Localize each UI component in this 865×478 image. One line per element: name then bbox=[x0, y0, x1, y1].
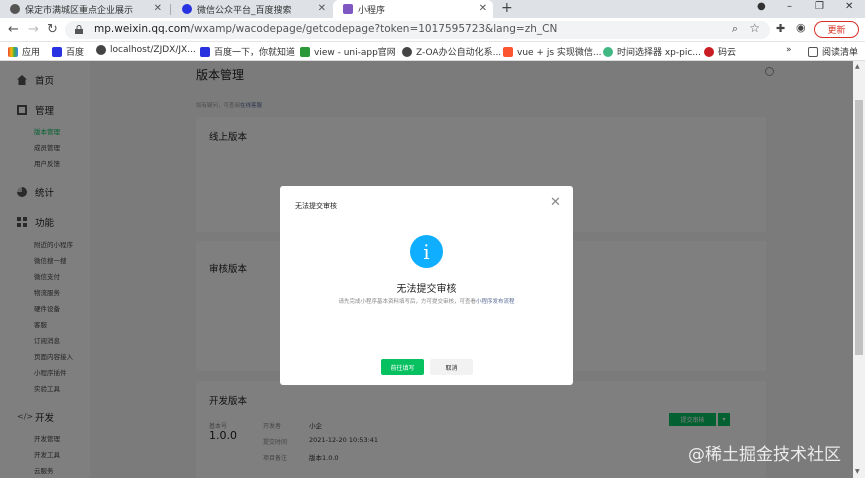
forward-arrow-icon[interactable]: → bbox=[28, 22, 39, 37]
restore-button[interactable]: ❐ bbox=[815, 1, 824, 12]
tab-3-title: 小程序 bbox=[358, 5, 386, 16]
close-tab-icon[interactable]: ✕ bbox=[154, 3, 162, 14]
tab-1-title: 保定市满城区重点企业展示 bbox=[25, 5, 134, 16]
bookmark-label: 百度 bbox=[66, 48, 85, 58]
scrollbar-thumb[interactable] bbox=[855, 100, 863, 355]
picker-icon bbox=[603, 46, 613, 57]
back-arrow-icon[interactable]: ← bbox=[8, 22, 19, 37]
bookmark-label: 百度一下，你就知道 bbox=[214, 48, 296, 58]
bookmark-label: 时间选择器 xp-pic... bbox=[617, 48, 701, 58]
bookmark-label: localhost/ZJDX/JX... bbox=[110, 45, 196, 55]
tab-1[interactable]: 保定市满城区重点企业展示 ✕ bbox=[0, 0, 168, 18]
profile-avatar-icon[interactable]: ◉ bbox=[796, 21, 806, 34]
bookmark-label: 应用 bbox=[22, 48, 41, 58]
scroll-up-icon[interactable]: ▲ bbox=[855, 63, 860, 70]
watermark: @稀土掘金技术社区 bbox=[688, 445, 841, 465]
reading-list-icon bbox=[808, 46, 818, 57]
url-path: /wxamp/wacodepage/getcodepage?token=1017… bbox=[190, 23, 558, 35]
description-text: 请先完成小程序基本资料填写后，方可提交审核，可查看 bbox=[338, 299, 476, 305]
go-fill-button[interactable]: 前往填写 bbox=[381, 359, 424, 375]
address-bar-row: ← → ↻ mp.weixin.qq.com/wxamp/wacodepage/… bbox=[0, 18, 865, 42]
bookmark-label: vue + js 实现微信... bbox=[517, 48, 602, 58]
url-bar[interactable]: mp.weixin.qq.com/wxamp/wacodepage/getcod… bbox=[65, 21, 770, 39]
bookmark-vue[interactable]: vue + js 实现微信... bbox=[503, 45, 601, 58]
globe-icon bbox=[402, 46, 412, 57]
close-tab-icon[interactable]: ✕ bbox=[479, 3, 487, 14]
globe-icon bbox=[96, 45, 106, 55]
dialog-description: 请先完成小程序基本资料填写后，方可提交审核，可查看小程序发布流程 bbox=[280, 297, 573, 305]
cancel-button[interactable]: 取消 bbox=[430, 359, 473, 375]
bookmark-gitee[interactable]: 码云 bbox=[704, 45, 736, 58]
apps-grid-icon bbox=[8, 46, 18, 57]
search-icon[interactable]: ⌕ bbox=[732, 22, 738, 36]
submit-error-dialog: 无法提交审核 ✕ i 无法提交审核 请先完成小程序基本资料填写后，方可提交审核，… bbox=[280, 186, 573, 385]
dialog-close-icon[interactable]: ✕ bbox=[550, 195, 561, 210]
miniprogram-icon bbox=[343, 4, 353, 14]
bookmark-localhost[interactable]: localhost/ZJDX/JX... bbox=[96, 45, 196, 55]
tab-2[interactable]: 微信公众平台_百度搜索 ✕ bbox=[172, 0, 332, 18]
dialog-heading: 无法提交审核 bbox=[396, 284, 457, 295]
reload-icon[interactable]: ↻ bbox=[47, 22, 58, 37]
baidu-paw-icon bbox=[182, 4, 192, 14]
close-window-button[interactable]: ✕ bbox=[845, 1, 853, 12]
dialog-title: 无法提交审核 bbox=[295, 202, 337, 210]
bookmark-label: Z-OA办公自动化系... bbox=[416, 48, 502, 58]
uniapp-icon bbox=[300, 46, 310, 57]
bookmark-picker[interactable]: 时间选择器 xp-pic... bbox=[603, 45, 701, 58]
publish-flow-link[interactable]: 小程序发布流程 bbox=[476, 299, 515, 305]
tab-2-title: 微信公众平台_百度搜索 bbox=[197, 5, 292, 16]
info-icon: i bbox=[410, 235, 443, 268]
bookmarks-bar: 应用 百度 localhost/ZJDX/JX... 百度一下，你就知道 vie… bbox=[0, 42, 865, 61]
gitee-icon bbox=[704, 46, 714, 57]
baidu-paw-icon bbox=[200, 46, 210, 57]
bookmarks-more[interactable]: » bbox=[786, 45, 792, 55]
bookmark-zoa[interactable]: Z-OA办公自动化系... bbox=[402, 45, 501, 58]
scroll-down-icon[interactable]: ▼ bbox=[855, 468, 860, 475]
bookmark-star-icon[interactable]: ☆ bbox=[749, 21, 760, 35]
profile-dot-icon[interactable]: ● bbox=[757, 1, 766, 12]
bookmark-apps[interactable]: 应用 bbox=[8, 45, 40, 58]
reading-list-label: 阅读清单 bbox=[822, 48, 859, 58]
bookmark-uniapp[interactable]: view - uni-app官网 bbox=[300, 45, 396, 58]
baidu-paw-icon bbox=[52, 46, 62, 57]
tab-strip: 保定市满城区重点企业展示 ✕ 微信公众平台_百度搜索 ✕ 小程序 ✕ + ● –… bbox=[0, 0, 865, 18]
reading-list[interactable]: 阅读清单 bbox=[808, 45, 858, 58]
update-button[interactable]: 更新 bbox=[814, 21, 859, 38]
bookmark-label: view - uni-app官网 bbox=[314, 48, 396, 58]
lock-icon[interactable] bbox=[75, 25, 83, 34]
minimize-button[interactable]: – bbox=[787, 1, 792, 12]
extensions-puzzle-icon[interactable]: ✚ bbox=[776, 22, 785, 35]
tab-3-active[interactable]: 小程序 ✕ bbox=[333, 0, 493, 18]
globe-icon bbox=[10, 4, 20, 14]
bookmark-baidu-search[interactable]: 百度一下，你就知道 bbox=[200, 45, 295, 58]
close-tab-icon[interactable]: ✕ bbox=[318, 3, 326, 14]
new-tab-button[interactable]: + bbox=[501, 0, 513, 16]
tab-divider bbox=[170, 4, 171, 15]
csdn-icon bbox=[503, 46, 513, 57]
bookmark-label: 码云 bbox=[718, 48, 737, 58]
bookmark-baidu[interactable]: 百度 bbox=[52, 45, 84, 58]
url-host: mp.weixin.qq.com bbox=[94, 23, 191, 35]
